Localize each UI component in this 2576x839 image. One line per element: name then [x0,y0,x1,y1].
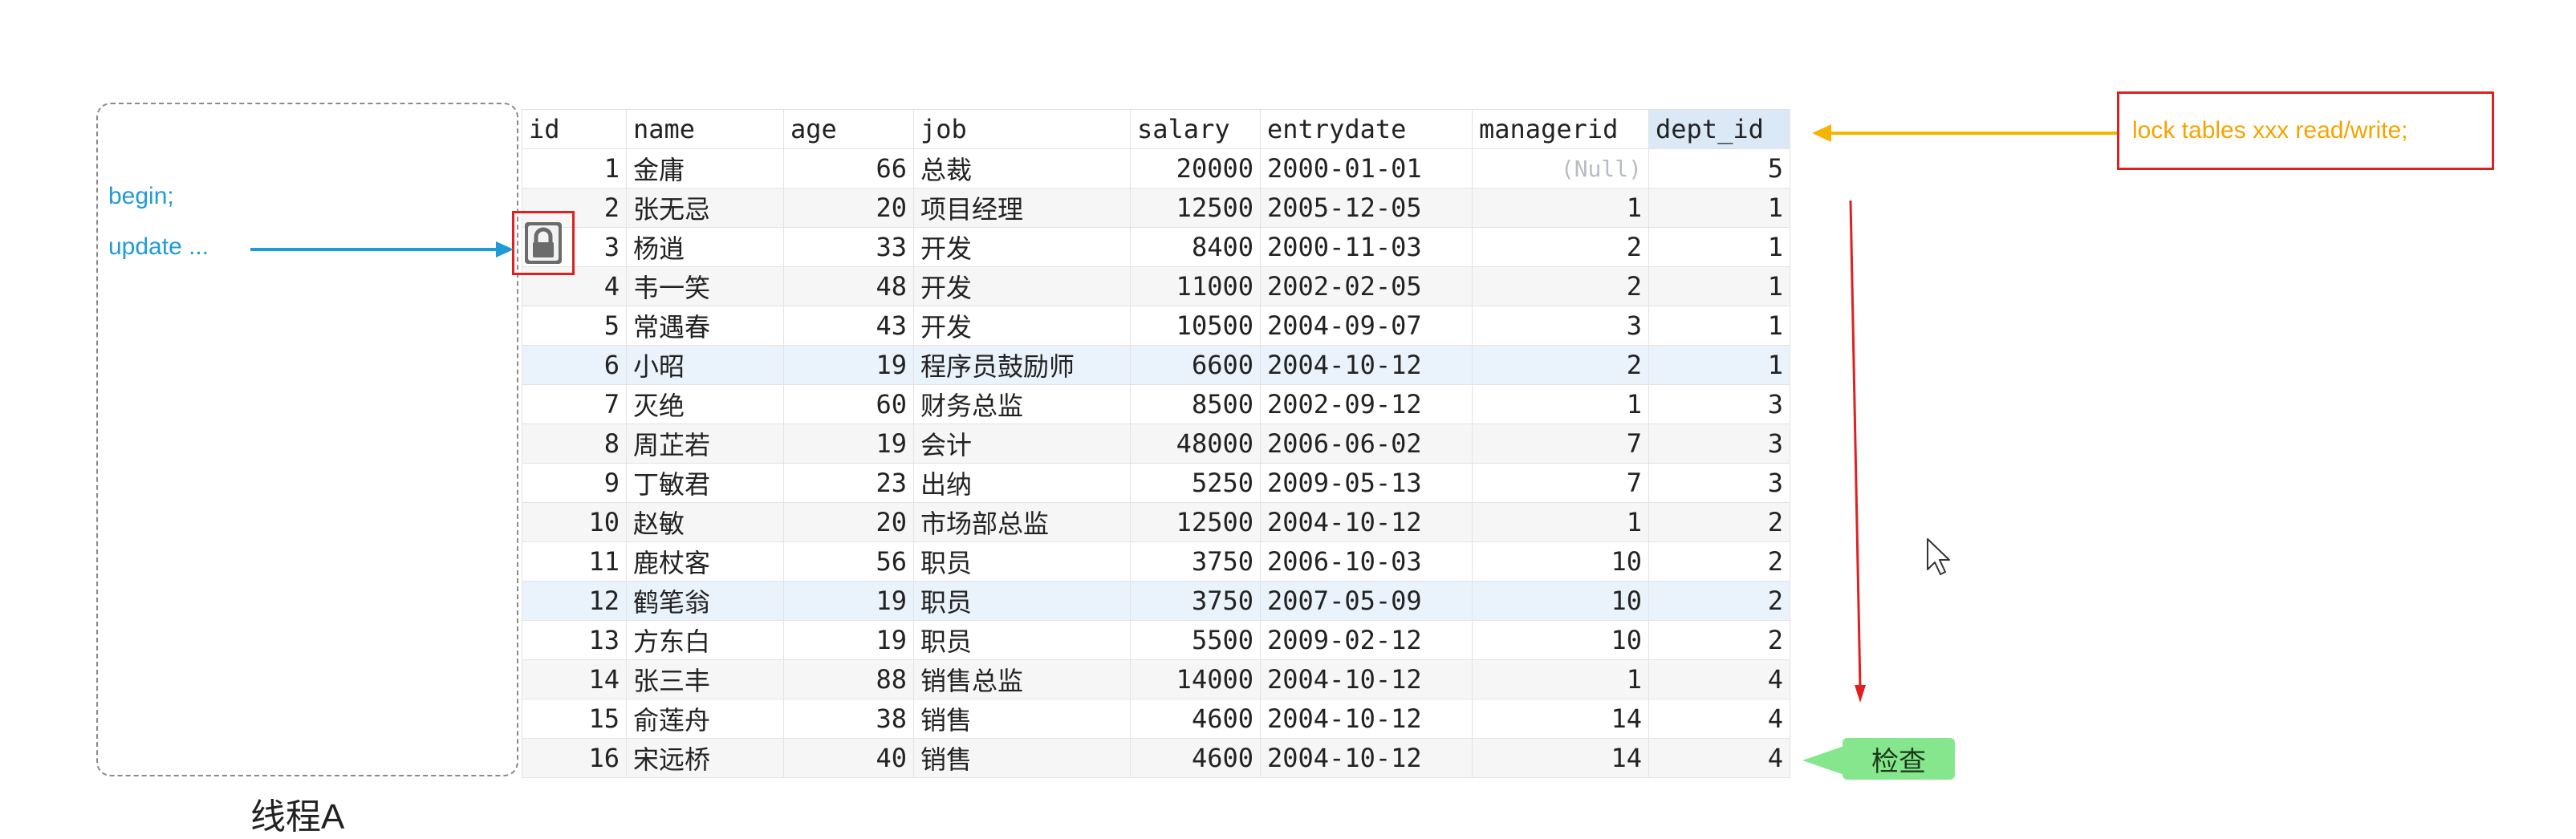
annotation-arrows [250,124,2117,703]
mouse-cursor-icon [1927,538,1950,575]
scan-down-arrow [1849,200,1866,703]
lock-note-arrow [1812,124,2117,142]
update-arrow [250,241,514,257]
